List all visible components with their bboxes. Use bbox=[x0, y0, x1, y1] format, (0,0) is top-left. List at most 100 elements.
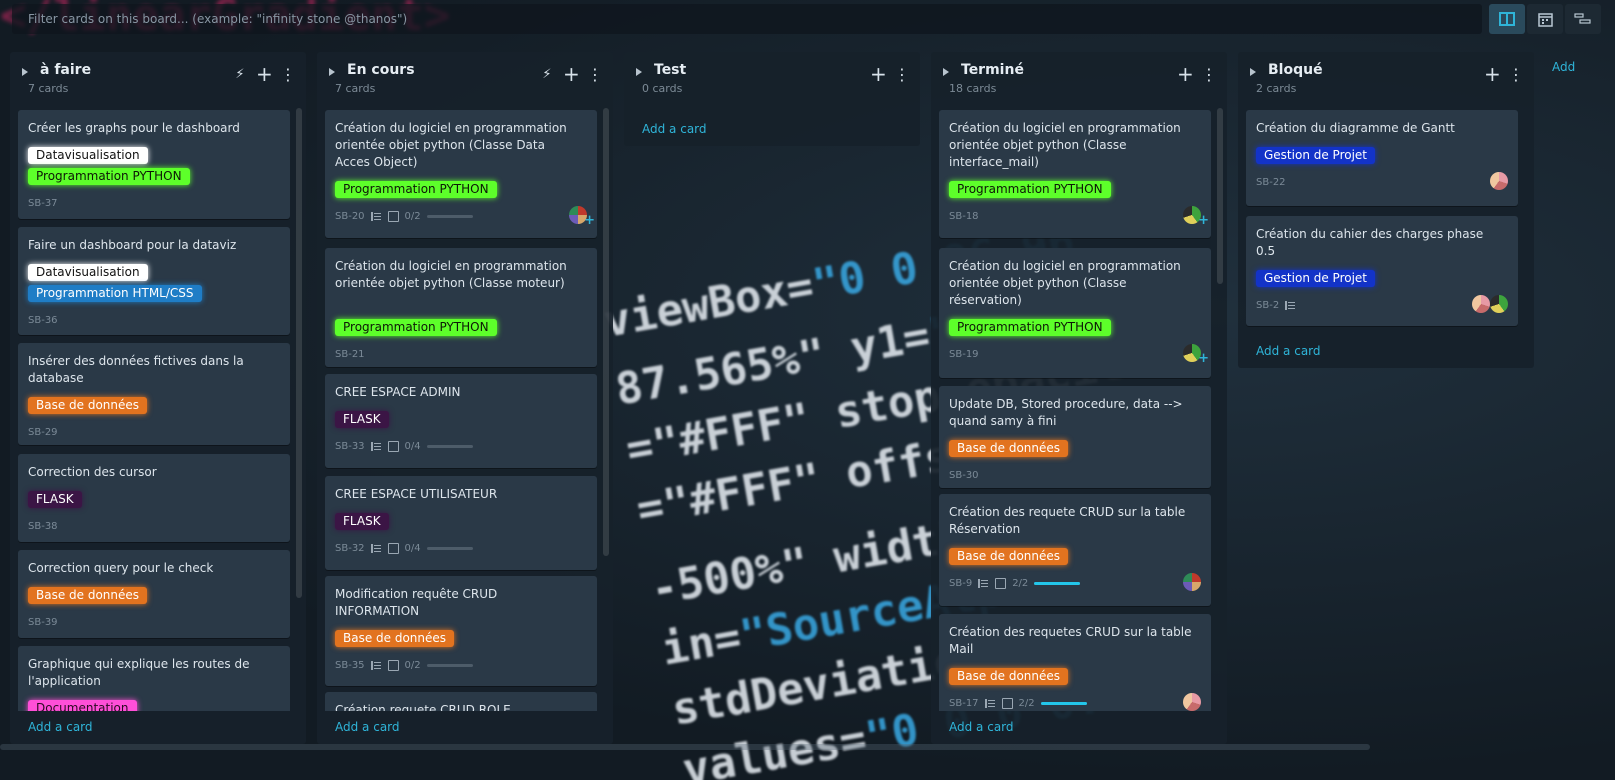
list-menu-icon[interactable]: ⋮ bbox=[1508, 65, 1524, 84]
list-card-count: 2 cards bbox=[1256, 82, 1297, 95]
card-title: Création des requetes CRUD sur la table … bbox=[949, 625, 1192, 656]
checklist-count: 2/2 bbox=[1012, 578, 1029, 589]
member-avatar[interactable] bbox=[1490, 295, 1508, 313]
card[interactable]: Modification requête CRUD INFORMATION Bas… bbox=[325, 576, 597, 686]
list-card-count: 7 cards bbox=[335, 82, 376, 95]
card[interactable]: Création du diagramme de Gantt Gestion de… bbox=[1246, 110, 1518, 206]
card-label: Programmation HTML/CSS bbox=[28, 285, 202, 302]
add-card-link[interactable]: Add a card bbox=[28, 720, 93, 734]
add-member-icon[interactable]: + bbox=[1198, 213, 1209, 228]
card[interactable]: Création requete CRUD ROLE bbox=[325, 692, 597, 711]
collapse-caret-icon[interactable] bbox=[22, 68, 28, 76]
checklist-progress-bar bbox=[426, 547, 473, 550]
calendar-view-icon bbox=[1537, 12, 1553, 27]
card-title: Graphique qui explique les routes de l'a… bbox=[28, 657, 250, 688]
card[interactable]: Création des requetes CRUD sur la table … bbox=[939, 614, 1211, 711]
add-card-link[interactable]: Add a card bbox=[335, 720, 400, 734]
list-menu-icon[interactable]: ⋮ bbox=[894, 65, 910, 84]
add-card-top-icon[interactable]: + bbox=[870, 62, 887, 86]
add-card-link[interactable]: Add a card bbox=[1256, 344, 1321, 358]
list-header-actions: + ⋮ bbox=[870, 62, 910, 86]
card-meta: SB-29 bbox=[28, 427, 58, 438]
card-title: CREE ESPACE UTILISATEUR bbox=[335, 487, 498, 501]
card-title: Créer les graphs pour le dashboard bbox=[28, 121, 240, 135]
card[interactable]: Créer les graphs pour le dashboard Datavi… bbox=[18, 110, 290, 219]
gantt-view-button[interactable] bbox=[1565, 4, 1601, 34]
calendar-view-button[interactable] bbox=[1527, 4, 1563, 34]
checklist-icon bbox=[995, 578, 1007, 589]
card-meta: SB-35 0/2 bbox=[335, 660, 473, 671]
add-card-link[interactable]: Add a card bbox=[949, 720, 1014, 734]
list-menu-icon[interactable]: ⋮ bbox=[1201, 65, 1217, 84]
collapse-caret-icon[interactable] bbox=[636, 68, 642, 76]
list-4: Terminé 18 cards + ⋮ Création du logiciel en… bbox=[931, 52, 1227, 744]
list-title: à faire bbox=[40, 62, 92, 78]
board-view-button[interactable] bbox=[1489, 4, 1525, 34]
list-header-actions: ⚡ + ⋮ bbox=[539, 62, 603, 86]
list-header-actions: + ⋮ bbox=[1177, 62, 1217, 86]
card[interactable]: Graphique qui explique les routes de l'a… bbox=[18, 646, 290, 711]
list-scrollbar[interactable] bbox=[603, 108, 609, 556]
card-id: SB-32 bbox=[335, 543, 365, 554]
add-card-link[interactable]: Add a card bbox=[642, 122, 707, 136]
card[interactable]: Création du logiciel en programmation or… bbox=[325, 248, 597, 367]
card[interactable]: Correction des cursor FLASK SB-38 bbox=[18, 454, 290, 542]
card-title: Faire un dashboard pour la dataviz bbox=[28, 238, 237, 252]
card[interactable]: Insérer des données fictives dans la dat… bbox=[18, 343, 290, 445]
card-meta: SB-36 bbox=[28, 315, 58, 326]
add-member-icon[interactable]: + bbox=[584, 213, 595, 228]
list-menu-icon[interactable]: ⋮ bbox=[587, 65, 603, 84]
card[interactable]: CREE ESPACE ADMIN FLASK SB-33 0/4 bbox=[325, 374, 597, 468]
filter-input[interactable] bbox=[12, 11, 1482, 27]
card-list: Création du logiciel en programmation or… bbox=[939, 110, 1211, 711]
list-scrollbar[interactable] bbox=[1217, 108, 1223, 284]
collapse-caret-icon[interactable] bbox=[329, 68, 335, 76]
list-menu-icon[interactable]: ⋮ bbox=[280, 65, 296, 84]
card-id: SB-35 bbox=[335, 660, 365, 671]
card-meta: SB-21 bbox=[335, 349, 365, 360]
list-scrollbar[interactable] bbox=[296, 108, 302, 598]
card-id: SB-30 bbox=[949, 470, 979, 481]
member-avatar[interactable] bbox=[1490, 172, 1508, 190]
collapse-caret-icon[interactable] bbox=[1250, 68, 1256, 76]
add-member-icon[interactable]: + bbox=[1198, 351, 1209, 366]
add-card-top-icon[interactable]: + bbox=[1177, 62, 1194, 86]
add-card-top-icon[interactable]: + bbox=[1484, 62, 1501, 86]
description-icon bbox=[370, 442, 382, 451]
checklist-progress-bar bbox=[426, 445, 473, 448]
card-title: Création du logiciel en programmation or… bbox=[949, 121, 1181, 169]
member-avatar[interactable] bbox=[1183, 693, 1201, 711]
list-3: Test 0 cards + ⋮ Add a card bbox=[624, 52, 920, 146]
add-card-top-icon[interactable]: + bbox=[256, 62, 273, 86]
description-icon bbox=[978, 579, 989, 588]
card-label: Programmation PYTHON bbox=[949, 181, 1111, 198]
card-id: SB-37 bbox=[28, 198, 58, 209]
card[interactable]: Création du logiciel en programmation or… bbox=[939, 248, 1211, 378]
description-icon bbox=[370, 544, 382, 553]
member-avatar[interactable] bbox=[1472, 295, 1490, 313]
add-card-top-icon[interactable]: + bbox=[563, 62, 580, 86]
list-1: à faire 7 cards ⚡ + ⋮ Créer les graphs pour l… bbox=[10, 52, 306, 744]
card[interactable]: Update DB, Stored procedure, data --> qu… bbox=[939, 386, 1211, 488]
card-title: Création du diagramme de Gantt bbox=[1256, 121, 1455, 135]
card[interactable]: Faire un dashboard pour la dataviz Datavi… bbox=[18, 227, 290, 335]
card-label: Base de données bbox=[335, 630, 455, 647]
swimlane-bolt-icon[interactable]: ⚡ bbox=[539, 67, 555, 82]
collapse-caret-icon[interactable] bbox=[943, 68, 949, 76]
swimlane-bolt-icon[interactable]: ⚡ bbox=[232, 67, 248, 82]
horizontal-scrollbar[interactable] bbox=[0, 744, 1370, 750]
card[interactable]: CREE ESPACE UTILISATEUR FLASK SB-32 0/4 bbox=[325, 476, 597, 570]
list-title: Bloqué bbox=[1268, 62, 1323, 78]
card[interactable]: Création des requete CRUD sur la table R… bbox=[939, 494, 1211, 606]
card-id: SB-9 bbox=[949, 578, 973, 589]
card-meta: SB-2 bbox=[1256, 300, 1296, 311]
add-list-link[interactable]: Add bbox=[1552, 60, 1575, 74]
card[interactable]: Correction query pour le check Base de do… bbox=[18, 550, 290, 638]
card[interactable]: Création du logiciel en programmation or… bbox=[939, 110, 1211, 238]
card-id: SB-22 bbox=[1256, 177, 1286, 188]
checklist-icon bbox=[387, 441, 399, 452]
card[interactable]: Création du cahier des charges phase 0.5… bbox=[1246, 216, 1518, 326]
member-avatar[interactable] bbox=[1183, 573, 1201, 591]
card-id: SB-39 bbox=[28, 617, 58, 628]
card[interactable]: Création du logiciel en programmation or… bbox=[325, 110, 597, 238]
